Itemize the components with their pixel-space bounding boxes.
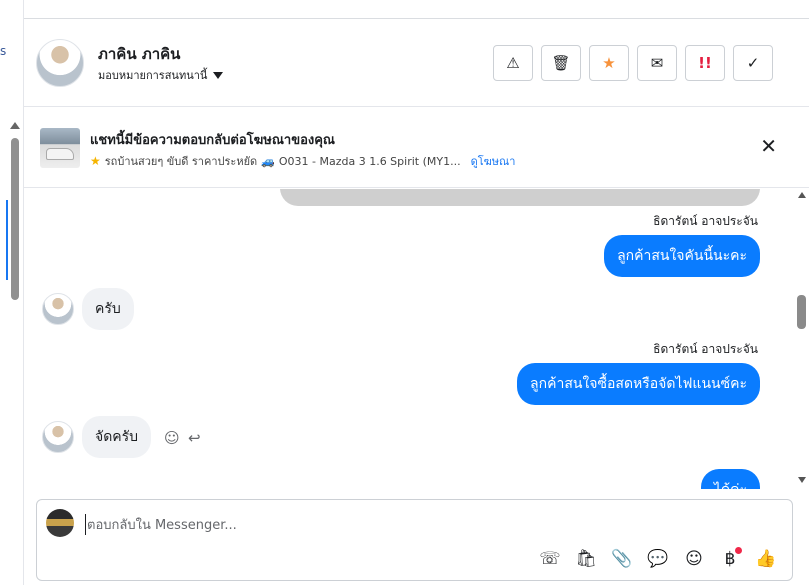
important-icon: !!: [698, 54, 712, 72]
react-emoji-icon[interactable]: ☺: [164, 429, 180, 447]
check-icon: ✓: [746, 54, 760, 72]
ad-car-title: O031 - Mazda 3 1.6 Spirit (MY1...: [278, 154, 461, 168]
baht-payment-icon: ฿: [724, 549, 736, 569]
shopping-bag-icon[interactable]: 🛍: [574, 547, 598, 571]
view-ad-link[interactable]: ดูโฆษณา: [471, 152, 516, 170]
ad-thumbnail[interactable]: [40, 128, 80, 168]
ad-reply-banner: แชทนี้มีข้อความตอบกลับต่อโฆษณาของคุณ ★ ร…: [24, 108, 809, 188]
car-icon: 🚙: [261, 154, 275, 168]
mark-unread-button[interactable]: ✉: [637, 45, 677, 81]
attachment-icon[interactable]: 📎: [610, 547, 634, 571]
incoming-message[interactable]: ครับ: [82, 288, 134, 330]
mark-spam-button[interactable]: ⚠: [493, 45, 533, 81]
star-button[interactable]: ★: [589, 45, 629, 81]
message-composer: ตอบกลับใน Messenger... ☏ 🛍 📎 💬 ☺ ฿ 👍: [36, 499, 793, 581]
ad-banner-title: แชทนี้มีข้อความตอบกลับต่อโฆษณาของคุณ: [90, 133, 335, 148]
active-conversation-indicator: [6, 200, 8, 280]
reply-icon[interactable]: ↩: [188, 429, 201, 447]
notification-dot: [735, 547, 742, 554]
mark-done-button[interactable]: ✓: [733, 45, 773, 81]
contact-avatar-small: [42, 421, 74, 453]
chevron-down-icon: [213, 71, 224, 79]
ad-description: รถบ้านสวยๆ ขับดี ราคาประหยัด: [104, 155, 258, 168]
outgoing-message[interactable]: ลูกค้าสนใจคันนี้นะคะ: [604, 235, 760, 277]
conversation-list-edge: s: [0, 0, 24, 585]
mail-icon: ✉: [650, 54, 664, 72]
image-attachment[interactable]: [280, 189, 760, 206]
list-scroll-up-arrow[interactable]: [10, 122, 20, 129]
reply-input[interactable]: ตอบกลับใน Messenger...: [85, 514, 237, 535]
outgoing-message[interactable]: ลูกค้าสนใจซื้อสดหรือจัดไฟแนนซ์คะ: [517, 363, 760, 405]
incoming-message[interactable]: จัดครับ: [82, 416, 152, 458]
list-scrollbar-thumb[interactable]: [11, 138, 19, 300]
thread-scrollbar[interactable]: [795, 189, 809, 489]
emoji-icon[interactable]: ☺: [682, 547, 706, 571]
trash-icon: 🗑: [551, 54, 571, 72]
list-text-peek: s: [0, 44, 7, 58]
star-icon: ★: [90, 154, 101, 168]
sender-name: ธิดารัตน์ อาจประจัน: [653, 214, 758, 228]
contact-name[interactable]: ภาคิน ภาคิน: [98, 42, 180, 66]
close-icon[interactable]: ✕: [760, 136, 777, 156]
contact-avatar[interactable]: [36, 39, 84, 87]
message-thread: ธิดารัตน์ อาจประจัน ลูกค้าสนใจคันนี้นะคะ…: [24, 189, 795, 489]
warning-icon: ⚠: [506, 54, 520, 72]
assign-label: มอบหมายการสนทนานี้: [98, 69, 208, 82]
baht-payment-button[interactable]: ฿: [718, 547, 742, 571]
thumbs-up-icon[interactable]: 👍: [754, 547, 778, 571]
assign-conversation-dropdown[interactable]: มอบหมายการสนทนานี้: [98, 66, 224, 84]
header-actions: ⚠ 🗑 ★ ✉ !! ✓: [493, 45, 773, 81]
chat-bubble-icon[interactable]: 💬: [646, 547, 670, 571]
conversation-header: ภาคิน ภาคิน มอบหมายการสนทนานี้ ⚠ 🗑 ★ ✉ !…: [24, 19, 809, 107]
ad-banner-details: ★ รถบ้านสวยๆ ขับดี ราคาประหยัด 🚙 O031 - …: [90, 152, 515, 170]
contact-avatar-small: [42, 293, 74, 325]
composer-toolbar: ☏ 🛍 📎 💬 ☺ ฿ 👍: [538, 547, 778, 571]
delete-button[interactable]: 🗑: [541, 45, 581, 81]
scroll-up-arrow[interactable]: [798, 192, 806, 198]
scrollbar-thumb[interactable]: [797, 295, 806, 329]
outgoing-message[interactable]: ได้ค่ะ: [700, 469, 760, 489]
star-icon: ★: [602, 54, 616, 72]
call-add-icon[interactable]: ☏: [538, 547, 562, 571]
sender-name: ธิดารัตน์ อาจประจัน: [653, 342, 758, 356]
page-avatar: [46, 509, 74, 537]
scroll-down-arrow[interactable]: [798, 477, 806, 483]
follow-up-button[interactable]: !!: [685, 45, 725, 81]
